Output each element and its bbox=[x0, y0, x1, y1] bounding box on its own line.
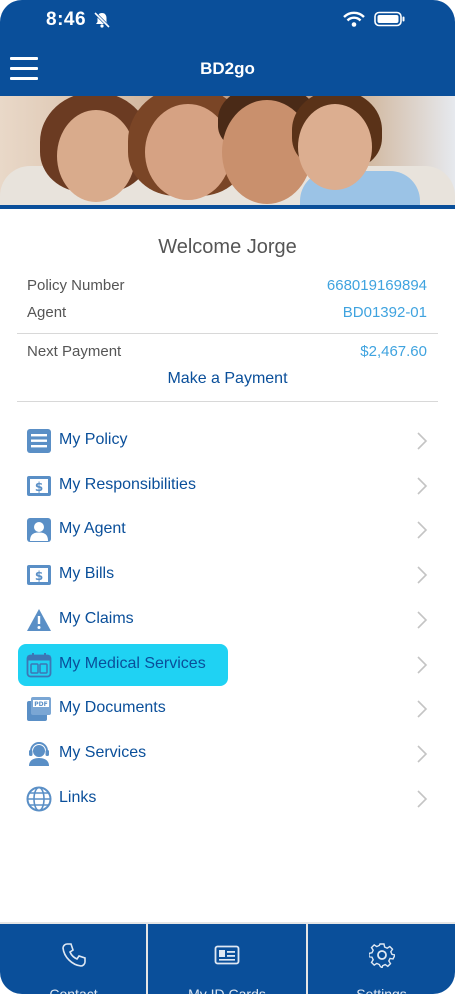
menu-item-label: My Documents bbox=[59, 699, 166, 716]
warning-icon bbox=[27, 609, 51, 631]
family-banner-image bbox=[0, 96, 455, 209]
document-icon bbox=[27, 429, 51, 453]
next-payment-value: $2,467.60 bbox=[360, 343, 427, 360]
chevron-right-icon bbox=[417, 566, 428, 584]
menu-item-label: Links bbox=[59, 789, 97, 806]
divider bbox=[17, 333, 438, 334]
dollar-bill-icon: $ bbox=[27, 565, 51, 585]
menu-item-my-documents[interactable]: PDF My Documents bbox=[18, 689, 438, 729]
menu-item-label: My Claims bbox=[59, 610, 134, 627]
menu-item-links[interactable]: Links bbox=[18, 779, 438, 819]
svg-text:$: $ bbox=[35, 569, 43, 583]
menu-item-my-medical-services[interactable]: My Medical Services bbox=[18, 645, 438, 685]
status-bar: 8:46 bbox=[0, 0, 455, 44]
divider bbox=[17, 401, 438, 402]
menu-item-label: My Responsibilities bbox=[59, 476, 196, 493]
tab-label: My ID Cards bbox=[188, 986, 266, 994]
menu-item-my-claims[interactable]: My Claims bbox=[18, 600, 438, 640]
menu-item-my-policy[interactable]: My Policy bbox=[18, 421, 438, 461]
chevron-right-icon bbox=[417, 656, 428, 674]
status-time: 8:46 bbox=[46, 9, 87, 30]
banner-underline bbox=[0, 205, 455, 209]
menu-item-my-agent[interactable]: My Agent bbox=[18, 510, 438, 550]
menu-item-label: My Services bbox=[59, 744, 147, 761]
chevron-right-icon bbox=[417, 745, 428, 763]
chevron-right-icon bbox=[417, 790, 428, 808]
next-payment-row: Next Payment $2,467.60 bbox=[27, 343, 427, 360]
policy-number-value[interactable]: 668019169894 bbox=[327, 277, 427, 294]
headset-icon bbox=[29, 742, 49, 766]
menu-item-label: My Policy bbox=[59, 431, 128, 448]
globe-icon bbox=[26, 786, 52, 812]
tab-label: Settings bbox=[356, 986, 407, 994]
make-payment-link[interactable]: Make a Payment bbox=[0, 370, 455, 388]
menu-item-my-services[interactable]: My Services bbox=[18, 734, 438, 774]
nav-bar: BD2go bbox=[0, 44, 455, 96]
tab-label: Contact bbox=[49, 986, 98, 994]
welcome-heading: Welcome Jorge bbox=[158, 236, 297, 258]
pdf-icon: PDF bbox=[27, 697, 51, 721]
wifi-icon bbox=[343, 11, 365, 27]
calendar-icon bbox=[26, 653, 52, 678]
tab-contact[interactable]: Contact bbox=[0, 924, 147, 994]
chevron-right-icon bbox=[417, 477, 428, 495]
chevron-right-icon bbox=[417, 432, 428, 450]
bell-muted-icon bbox=[93, 11, 111, 29]
battery-icon bbox=[374, 11, 405, 27]
dollar-bill-icon: $ bbox=[27, 476, 51, 496]
svg-text:PDF: PDF bbox=[34, 701, 47, 708]
tab-settings[interactable]: Settings bbox=[308, 924, 455, 994]
menu-item-label: My Agent bbox=[59, 520, 126, 537]
policy-number-row: Policy Number 668019169894 bbox=[27, 277, 427, 294]
menu-item-my-bills[interactable]: $ My Bills bbox=[18, 555, 438, 595]
app-title: BD2go bbox=[200, 59, 255, 78]
bottom-tab-bar: Contact My ID Cards Settings bbox=[0, 922, 455, 994]
app-screen: 8:46 BD2go Welcome Jorge Policy Number 6… bbox=[0, 0, 455, 994]
person-icon bbox=[27, 518, 51, 542]
chevron-right-icon bbox=[417, 611, 428, 629]
phone-icon bbox=[61, 943, 86, 967]
policy-number-label: Policy Number bbox=[27, 277, 125, 294]
menu-item-label: My Bills bbox=[59, 565, 115, 582]
menu-item-my-responsibilities[interactable]: $ My Responsibilities bbox=[18, 466, 438, 506]
tab-my-id-cards[interactable]: My ID Cards bbox=[148, 924, 306, 994]
gear-icon bbox=[368, 943, 395, 968]
svg-text:$: $ bbox=[35, 480, 43, 494]
chevron-right-icon bbox=[417, 521, 428, 539]
agent-value[interactable]: BD01392-01 bbox=[343, 304, 427, 321]
id-card-icon bbox=[214, 945, 240, 965]
chevron-right-icon bbox=[417, 700, 428, 718]
agent-label: Agent bbox=[27, 304, 67, 321]
menu-item-label: My Medical Services bbox=[59, 655, 206, 672]
next-payment-label: Next Payment bbox=[27, 343, 122, 360]
agent-row: Agent BD01392-01 bbox=[27, 304, 427, 321]
